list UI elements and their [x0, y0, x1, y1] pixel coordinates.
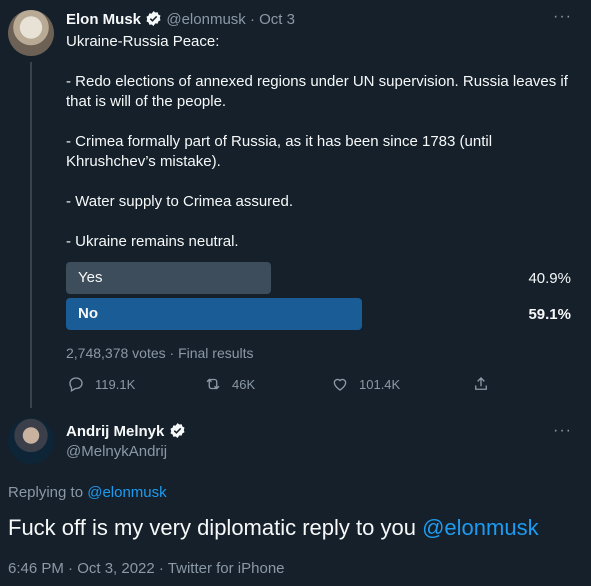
like-button[interactable]: 101.4K — [331, 375, 400, 393]
replying-prefix: Replying to — [8, 484, 88, 501]
reply-meta: 6:46 PM · Oct 3, 2022 · Twitter for iPho… — [8, 560, 285, 577]
retweet-button[interactable]: 46K — [204, 375, 255, 393]
tweet-header: Elon Musk @elonmusk · Oct 3 — [66, 10, 295, 28]
poll-option-yes-bar: Yes — [66, 262, 271, 294]
reply-header: Andrij Melnyk — [66, 422, 186, 441]
poll-option-no-bar: No — [66, 298, 362, 330]
reply-body: Fuck off is my very diplomatic reply to … — [8, 515, 423, 540]
like-count: 101.4K — [359, 376, 401, 392]
author-name[interactable]: Andrij Melnyk — [66, 423, 164, 440]
andrij-avatar[interactable] — [8, 418, 54, 464]
poll-option-label: No — [78, 305, 98, 322]
author-handle[interactable]: @MelnykAndrij — [66, 443, 167, 460]
poll-summary: 2,748,378 votes · Final results — [66, 345, 254, 361]
reply-text: Fuck off is my very diplomatic reply to … — [8, 515, 539, 541]
author-handle[interactable]: @elonmusk — [166, 11, 245, 28]
author-name[interactable]: Elon Musk — [66, 11, 141, 28]
reply-button[interactable]: 119.1K — [67, 375, 135, 393]
thread-line — [30, 62, 32, 408]
elon-avatar[interactable] — [8, 10, 54, 56]
like-icon — [333, 378, 347, 391]
more-icon[interactable]: ··· — [553, 422, 572, 440]
verified-badge-icon — [170, 423, 185, 438]
retweet-count: 46K — [232, 376, 256, 392]
replying-to: Replying to @elonmusk — [8, 484, 167, 501]
share-icon — [475, 377, 487, 390]
retweet-icon — [206, 378, 220, 390]
verified-badge-icon — [146, 11, 161, 26]
mention-link[interactable]: @elonmusk — [422, 515, 539, 540]
header-separator: · — [249, 11, 255, 28]
share-button[interactable] — [472, 375, 490, 393]
poll-option-percent: 40.9% — [528, 270, 571, 287]
tweet-text: Ukraine-Russia Peace: - Redo elections o… — [66, 33, 568, 250]
reply-count: 119.1K — [95, 376, 136, 392]
poll-option-percent: 59.1% — [528, 306, 571, 323]
reply-icon — [69, 377, 83, 392]
poll-option-label: Yes — [78, 269, 103, 286]
replying-to-link[interactable]: @elonmusk — [87, 484, 166, 501]
more-icon[interactable]: ··· — [553, 8, 572, 26]
tweet-date[interactable]: Oct 3 — [259, 11, 295, 28]
